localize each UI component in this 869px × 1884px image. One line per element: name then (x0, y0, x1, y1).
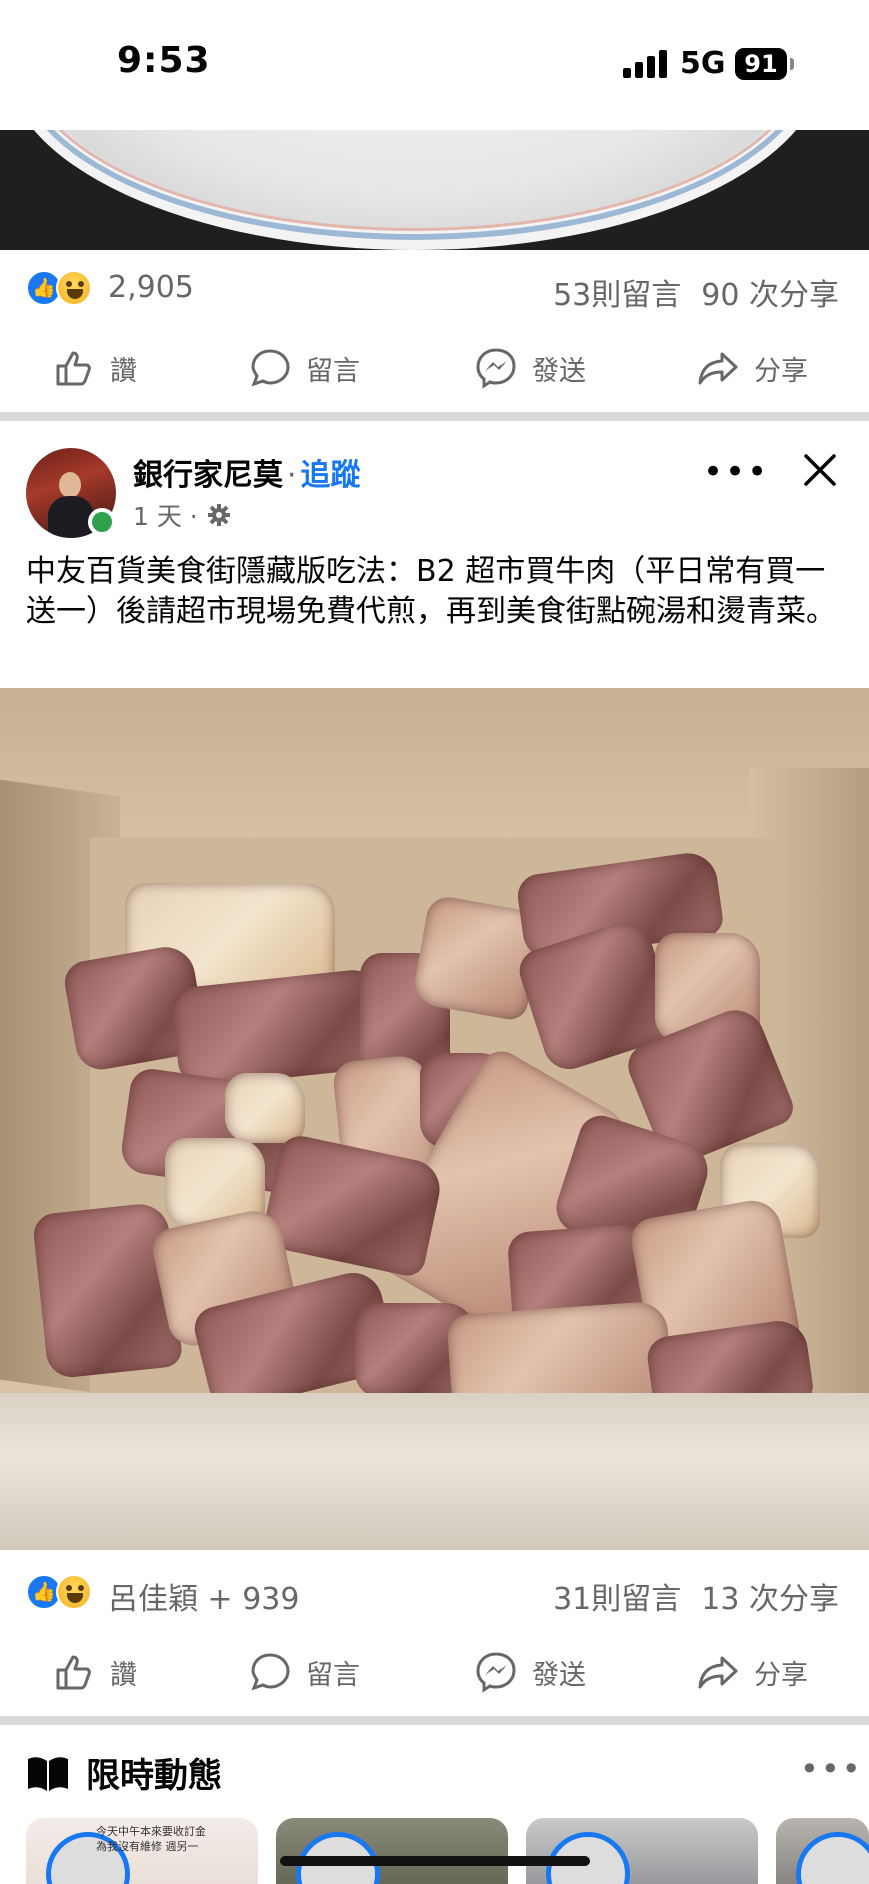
gear-icon (207, 504, 230, 526)
box-front-wall (0, 1393, 869, 1550)
meat-piece (225, 1073, 305, 1143)
thumbs-up-icon (56, 351, 91, 386)
reaction-summary[interactable]: 👍 2,905 53則留言 90 次分享 (0, 252, 869, 326)
share-button[interactable]: 分享 (696, 328, 808, 408)
send-label: 發送 (532, 1659, 586, 1691)
action-bar-2: 讚 留言 發送 分享 (0, 1632, 869, 1712)
action-bar: 讚 留言 發送 分享 (0, 328, 869, 408)
like-button[interactable]: 讚 (52, 328, 137, 408)
signal-strength-icon (623, 50, 667, 78)
send-label: 發送 (532, 355, 586, 387)
comment-label: 留言 (306, 1659, 360, 1691)
follow-link[interactable]: 追蹤 (301, 458, 361, 493)
author-separator: · (287, 458, 297, 493)
stories-more-icon[interactable]: ••• (800, 1750, 863, 1788)
status-time: 9:53 (117, 40, 211, 81)
like-label: 讚 (110, 1659, 137, 1691)
book-icon (28, 1756, 68, 1791)
story-card[interactable] (776, 1818, 869, 1884)
post-body-text: 中友百貨美食街隱藏版吃法：B2 超市買牛肉（平日常有買一送一）後請超市現場免費代… (26, 554, 836, 629)
comment-count[interactable]: 53則留言 (553, 278, 681, 313)
thumbs-up-icon (56, 1655, 91, 1690)
section-divider (0, 1716, 869, 1725)
story-card[interactable] (526, 1818, 758, 1884)
comment-label: 留言 (306, 355, 360, 387)
send-button[interactable]: 發送 (474, 328, 586, 408)
messenger-icon (476, 348, 516, 389)
speech-bubble-icon (251, 1653, 290, 1691)
post-photo[interactable] (0, 688, 869, 1550)
like-button[interactable]: 讚 (52, 1632, 137, 1712)
haha-reaction-icon (56, 1574, 92, 1610)
story-card[interactable]: 今天中午本來要收訂金 為我沒有維修 週另一 (26, 1818, 258, 1884)
story-card[interactable] (276, 1818, 508, 1884)
comment-button[interactable]: 留言 (248, 1632, 360, 1712)
speech-bubble-icon (251, 349, 290, 387)
post-author-line: 銀行家尼莫 · 追蹤 (133, 450, 361, 494)
post-divider (0, 412, 869, 421)
story-caption: 今天中午本來要收訂金 為我沒有維修 週另一 (96, 1825, 206, 1853)
messenger-icon (476, 1652, 516, 1693)
stories-header: 限時動態 (26, 1748, 222, 1797)
send-button[interactable]: 發送 (474, 1632, 586, 1712)
comment-button[interactable]: 留言 (248, 328, 360, 408)
post-stats[interactable]: 53則留言 90 次分享 (553, 270, 839, 314)
share-count[interactable]: 13 次分享 (701, 1582, 839, 1617)
reactors-text[interactable]: 呂佳穎 + 939 (108, 1574, 299, 1618)
online-status-icon (88, 508, 116, 536)
post-photo-previous[interactable] (0, 130, 869, 250)
bowl-image (5, 130, 825, 250)
share-arrow-icon (698, 352, 738, 385)
share-button[interactable]: 分享 (696, 1632, 808, 1712)
battery-icon: 91 (735, 48, 787, 80)
haha-reaction-icon (56, 270, 92, 306)
network-type: 5G (680, 46, 726, 81)
share-arrow-icon (698, 1656, 738, 1689)
story-avatar (796, 1832, 869, 1884)
battery-tip (790, 58, 794, 70)
post-stats[interactable]: 31則留言 13 次分享 (553, 1574, 839, 1618)
like-label: 讚 (110, 355, 137, 387)
reaction-summary-2[interactable]: 👍 呂佳穎 + 939 31則留言 13 次分享 (0, 1556, 869, 1630)
home-indicator[interactable] (280, 1856, 590, 1866)
share-label: 分享 (754, 355, 808, 387)
share-label: 分享 (754, 1659, 808, 1691)
comment-count[interactable]: 31則留言 (553, 1582, 681, 1617)
reaction-count[interactable]: 2,905 (108, 270, 194, 305)
stories-title: 限時動態 (86, 1756, 222, 1796)
post-meta: 1 天 · (133, 497, 232, 533)
author-name[interactable]: 銀行家尼莫 (133, 458, 283, 493)
more-options-icon[interactable]: ••• (703, 452, 769, 492)
status-bar: 9:53 5G 91 (0, 0, 869, 130)
close-icon[interactable] (800, 450, 840, 490)
share-count[interactable]: 90 次分享 (701, 278, 839, 313)
post-time[interactable]: 1 天 · (133, 497, 198, 533)
box-back-wall (0, 688, 869, 848)
